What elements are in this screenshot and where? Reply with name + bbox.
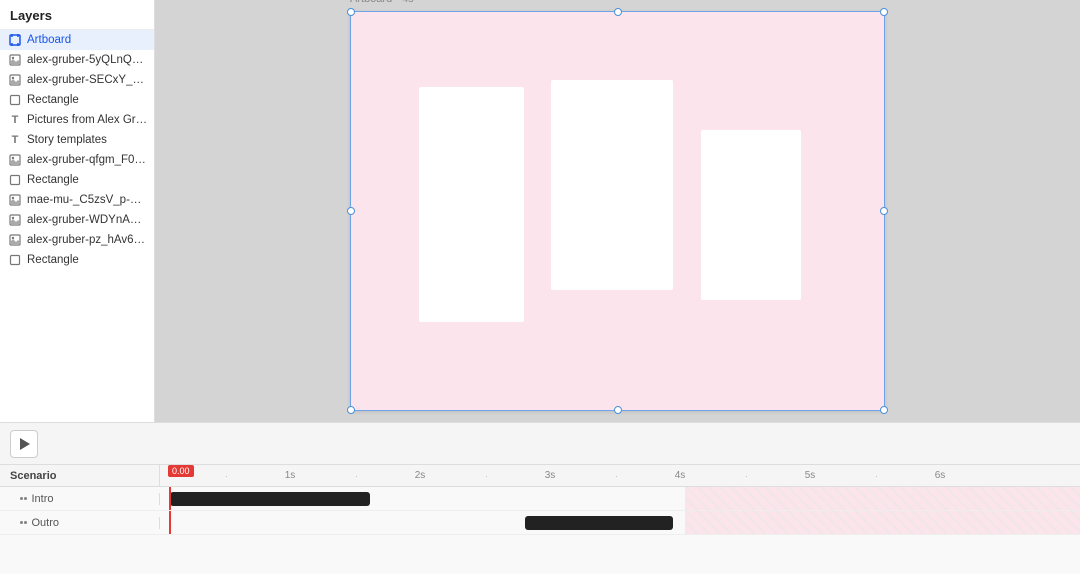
tick-dot-6: · — [875, 471, 878, 481]
layer-label-5: Story templates — [27, 134, 107, 146]
time-marker-1s: 1s — [285, 470, 296, 481]
timeline-row-intro: Intro — [0, 487, 1080, 511]
layer-item-11[interactable]: Rectangle — [0, 250, 154, 270]
layer-label-6: alex-gruber-qfgm_F0Vx... — [27, 154, 148, 166]
time-marker-5s: 5s — [805, 470, 816, 481]
current-time-badge: 0.00 — [168, 465, 194, 477]
artboard-label: Artboard · 4s — [350, 0, 414, 5]
timeline-row-outro: Outro — [0, 511, 1080, 535]
play-icon — [20, 438, 30, 450]
tick-dot-3: · — [485, 471, 488, 481]
layers-panel-title: Layers — [0, 0, 154, 30]
layer-item-7[interactable]: Rectangle — [0, 170, 154, 190]
timeline-track-intro — [160, 487, 1080, 510]
timeline-header: Scenario 1s 2s 3s 4s 5s 6s · · · · · · 0… — [0, 465, 1080, 487]
layer-item-4[interactable]: T Pictures from Alex Grub... — [0, 110, 154, 130]
image-icon-6 — [8, 233, 22, 247]
current-time-line-outro — [169, 511, 171, 534]
time-marker-3s: 3s — [545, 470, 556, 481]
card-2 — [551, 80, 673, 290]
timeline-rows: Intro Outro — [0, 487, 1080, 574]
image-icon-1 — [8, 53, 22, 67]
timeline-row-label-intro: Intro — [0, 493, 160, 505]
timeline-track-outro — [160, 511, 1080, 534]
handle-mid-left[interactable] — [347, 207, 355, 215]
layer-item-6[interactable]: alex-gruber-qfgm_F0Vx... — [0, 150, 154, 170]
layer-item-artboard[interactable]: Artboard — [0, 30, 154, 50]
layer-label-11: Rectangle — [27, 254, 79, 266]
layer-item-10[interactable]: alex-gruber-pz_hAv6ER7... — [0, 230, 154, 250]
current-time-ruler-marker: 0.00 — [168, 465, 194, 486]
tick-dot-1: · — [225, 471, 228, 481]
layer-item-3[interactable]: Rectangle — [0, 90, 154, 110]
drag-handle-intro — [20, 497, 27, 500]
handle-bottom-right[interactable] — [880, 406, 888, 414]
image-icon-5 — [8, 213, 22, 227]
image-icon-2 — [8, 73, 22, 87]
tick-dot-2: · — [355, 471, 358, 481]
handle-top-left[interactable] — [347, 8, 355, 16]
text-icon-1: T — [8, 113, 22, 127]
tick-dot-4: · — [615, 471, 618, 481]
rect-icon-1 — [8, 93, 22, 107]
timeline-area: Scenario 1s 2s 3s 4s 5s 6s · · · · · · 0… — [0, 464, 1080, 574]
layer-label-8: mae-mu-_C5zsV_p-YI-u... — [27, 194, 148, 206]
artboard-container: Artboard · 4s — [350, 11, 885, 411]
layer-item-8[interactable]: mae-mu-_C5zsV_p-YI-u... — [0, 190, 154, 210]
handle-top-mid[interactable] — [614, 8, 622, 16]
rect-icon-3 — [8, 253, 22, 267]
tick-dot-5: · — [745, 471, 748, 481]
canvas-area: Artboard · 4s — [155, 0, 1080, 422]
layer-item-1[interactable]: alex-gruber-5yQLnQYH... — [0, 50, 154, 70]
current-time-line-intro — [169, 487, 171, 510]
layer-label-3: Rectangle — [27, 94, 79, 106]
layers-panel: Layers Artboard — [0, 0, 155, 422]
time-marker-2s: 2s — [415, 470, 426, 481]
image-icon-3 — [8, 153, 22, 167]
frame-icon — [8, 33, 22, 47]
handle-top-right[interactable] — [880, 8, 888, 16]
layer-label-7: Rectangle — [27, 174, 79, 186]
layer-label-1: alex-gruber-5yQLnQYH... — [27, 54, 148, 66]
handle-mid-right[interactable] — [880, 207, 888, 215]
time-marker-4s: 4s — [675, 470, 686, 481]
image-icon-4 — [8, 193, 22, 207]
play-button[interactable] — [10, 430, 38, 458]
timeline-block-outro[interactable] — [525, 516, 673, 530]
layer-item-5[interactable]: T Story templates — [0, 130, 154, 150]
drag-handle-outro — [20, 521, 27, 524]
layer-list: Artboard alex-gruber-5yQLnQYH... alex-gr… — [0, 30, 154, 422]
layer-label-10: alex-gruber-pz_hAv6ER7... — [27, 234, 148, 246]
card-1 — [419, 87, 524, 322]
timeline-row-label-outro: Outro — [0, 517, 160, 529]
handle-bottom-left[interactable] — [347, 406, 355, 414]
timeline-ruler: 1s 2s 3s 4s 5s 6s · · · · · · 0.00 — [160, 465, 1080, 486]
layer-label-2: alex-gruber-SECxY_Rkd... — [27, 74, 148, 86]
time-marker-6s: 6s — [935, 470, 946, 481]
play-bar — [0, 422, 1080, 464]
layer-label-9: alex-gruber-WDYnACvB... — [27, 214, 148, 226]
layer-item-9[interactable]: alex-gruber-WDYnACvB... — [0, 210, 154, 230]
timeline-hatch-outro — [685, 511, 1080, 534]
scenario-label: Scenario — [0, 465, 160, 486]
rect-icon-2 — [8, 173, 22, 187]
artboard[interactable] — [350, 11, 885, 411]
layer-label-4: Pictures from Alex Grub... — [27, 114, 148, 126]
layer-item-2[interactable]: alex-gruber-SECxY_Rkd... — [0, 70, 154, 90]
layer-label-artboard: Artboard — [27, 34, 71, 46]
timeline-block-intro[interactable] — [170, 492, 370, 506]
text-icon-2: T — [8, 133, 22, 147]
card-3 — [701, 130, 801, 300]
handle-bottom-mid[interactable] — [614, 406, 622, 414]
timeline-hatch-intro — [685, 487, 1080, 510]
